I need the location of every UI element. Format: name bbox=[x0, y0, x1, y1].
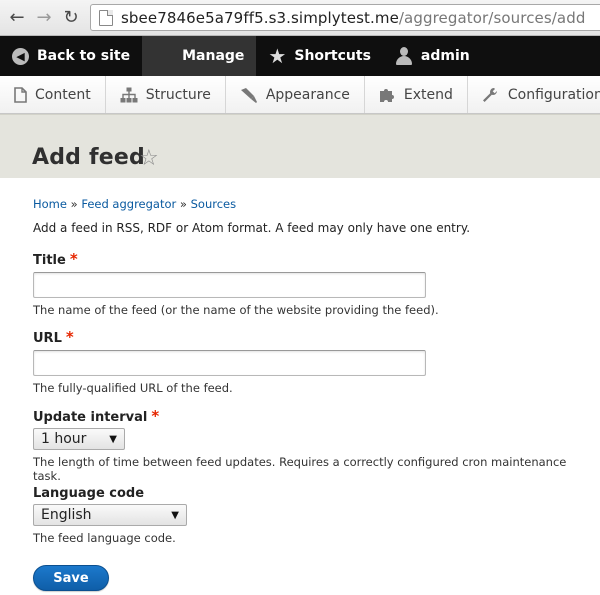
required-marker: * bbox=[65, 328, 74, 346]
file-icon bbox=[14, 86, 27, 103]
tray-item-content[interactable]: Content bbox=[0, 76, 106, 113]
url-input[interactable] bbox=[33, 350, 426, 376]
user-tab[interactable]: admin bbox=[383, 36, 482, 76]
tray-item-label: Appearance bbox=[265, 86, 350, 103]
browser-back-icon[interactable]: ← bbox=[6, 6, 28, 28]
update-interval-field-group: Update interval * 1 hour ▼ The length of … bbox=[33, 407, 593, 483]
back-to-site-label: Back to site bbox=[37, 48, 131, 64]
breadcrumb-home[interactable]: Home bbox=[33, 197, 67, 211]
paintbrush-icon bbox=[240, 87, 258, 103]
update-interval-label: Update interval * bbox=[33, 407, 593, 425]
main-content: Home » Feed aggregator » Sources Add a f… bbox=[33, 178, 593, 591]
back-to-site-link[interactable]: ◀ Back to site bbox=[0, 36, 142, 76]
title-input[interactable] bbox=[33, 272, 426, 298]
tray-item-configuration[interactable]: Configuration bbox=[468, 76, 600, 113]
required-marker: * bbox=[69, 250, 78, 268]
user-label: admin bbox=[420, 48, 470, 64]
admin-toolbar: ◀ Back to site Manage ★ Shortcuts admin bbox=[0, 36, 600, 76]
title-description: The name of the feed (or the name of the… bbox=[33, 303, 439, 317]
menu-icon bbox=[154, 48, 174, 64]
tray-item-label: Extend bbox=[403, 86, 453, 103]
address-bar[interactable]: sbee7846e5a79ff5.s3.simplytest.me/aggreg… bbox=[90, 4, 600, 31]
required-marker: * bbox=[151, 407, 160, 425]
manage-label: Manage bbox=[182, 48, 245, 64]
url-label-text: URL bbox=[33, 331, 62, 346]
page-icon bbox=[99, 9, 113, 26]
intro-text: Add a feed in RSS, RDF or Atom format. A… bbox=[33, 221, 471, 235]
title-label: Title * bbox=[33, 250, 593, 268]
update-interval-label-text: Update interval bbox=[33, 410, 148, 425]
browser-reload-icon[interactable]: ↻ bbox=[60, 6, 82, 28]
tray-item-label: Configuration bbox=[507, 86, 600, 103]
breadcrumb-sources[interactable]: Sources bbox=[191, 197, 237, 211]
url-field-group: URL * The fully-qualified URL of the feed… bbox=[33, 328, 593, 395]
language-description: The feed language code. bbox=[33, 531, 176, 545]
tray-item-label: Content bbox=[35, 86, 91, 103]
url-path: /aggregator/sources/add bbox=[398, 8, 586, 27]
user-icon bbox=[395, 47, 413, 65]
language-select[interactable]: English ▼ bbox=[33, 504, 187, 526]
language-selected: English bbox=[41, 507, 92, 523]
tray-item-label: Structure bbox=[145, 86, 211, 103]
puzzle-icon bbox=[379, 87, 396, 103]
page-header: Add feed ☆ bbox=[0, 114, 600, 178]
url-label: URL * bbox=[33, 328, 593, 346]
url-host: sbee7846e5a79ff5.s3.simplytest.me bbox=[121, 8, 399, 27]
update-interval-selected: 1 hour bbox=[41, 431, 87, 447]
page-title: Add feed bbox=[32, 145, 145, 170]
tray-item-extend[interactable]: Extend bbox=[365, 76, 468, 113]
shortcuts-tab[interactable]: ★ Shortcuts bbox=[256, 36, 383, 76]
language-label: Language code bbox=[33, 486, 145, 501]
browser-chrome: ← → ↻ sbee7846e5a79ff5.s3.simplytest.me/… bbox=[0, 0, 600, 36]
dropdown-arrow-icon: ▼ bbox=[171, 509, 179, 521]
manage-tab[interactable]: Manage bbox=[142, 36, 257, 76]
save-button[interactable]: Save bbox=[33, 565, 109, 591]
star-outline-icon[interactable]: ☆ bbox=[139, 146, 159, 171]
breadcrumb-feed-aggregator[interactable]: Feed aggregator bbox=[81, 197, 176, 211]
language-field-group: Language code English ▼ The feed languag… bbox=[33, 486, 593, 545]
breadcrumb: Home » Feed aggregator » Sources bbox=[33, 197, 593, 211]
browser-forward-icon[interactable]: → bbox=[33, 6, 55, 28]
shortcuts-label: Shortcuts bbox=[294, 48, 371, 64]
tray-item-appearance[interactable]: Appearance bbox=[226, 76, 365, 113]
address-url: sbee7846e5a79ff5.s3.simplytest.me/aggreg… bbox=[121, 9, 585, 27]
wrench-icon bbox=[482, 87, 500, 103]
arrow-left-icon: ◀ bbox=[12, 47, 29, 65]
title-field-group: Title * The name of the feed (or the name… bbox=[33, 250, 593, 317]
url-description: The fully-qualified URL of the feed. bbox=[33, 381, 233, 395]
breadcrumb-separator: » bbox=[70, 197, 78, 211]
dropdown-arrow-icon: ▼ bbox=[109, 433, 117, 445]
admin-tray: Content Structure Appearance Extend Conf… bbox=[0, 76, 600, 114]
update-interval-select[interactable]: 1 hour ▼ bbox=[33, 428, 125, 450]
star-icon: ★ bbox=[268, 44, 287, 68]
title-label-text: Title bbox=[33, 253, 66, 268]
breadcrumb-separator: » bbox=[179, 197, 187, 211]
update-interval-description: The length of time between feed updates.… bbox=[33, 455, 567, 483]
sitemap-icon bbox=[120, 87, 138, 103]
tray-item-structure[interactable]: Structure bbox=[106, 76, 226, 113]
